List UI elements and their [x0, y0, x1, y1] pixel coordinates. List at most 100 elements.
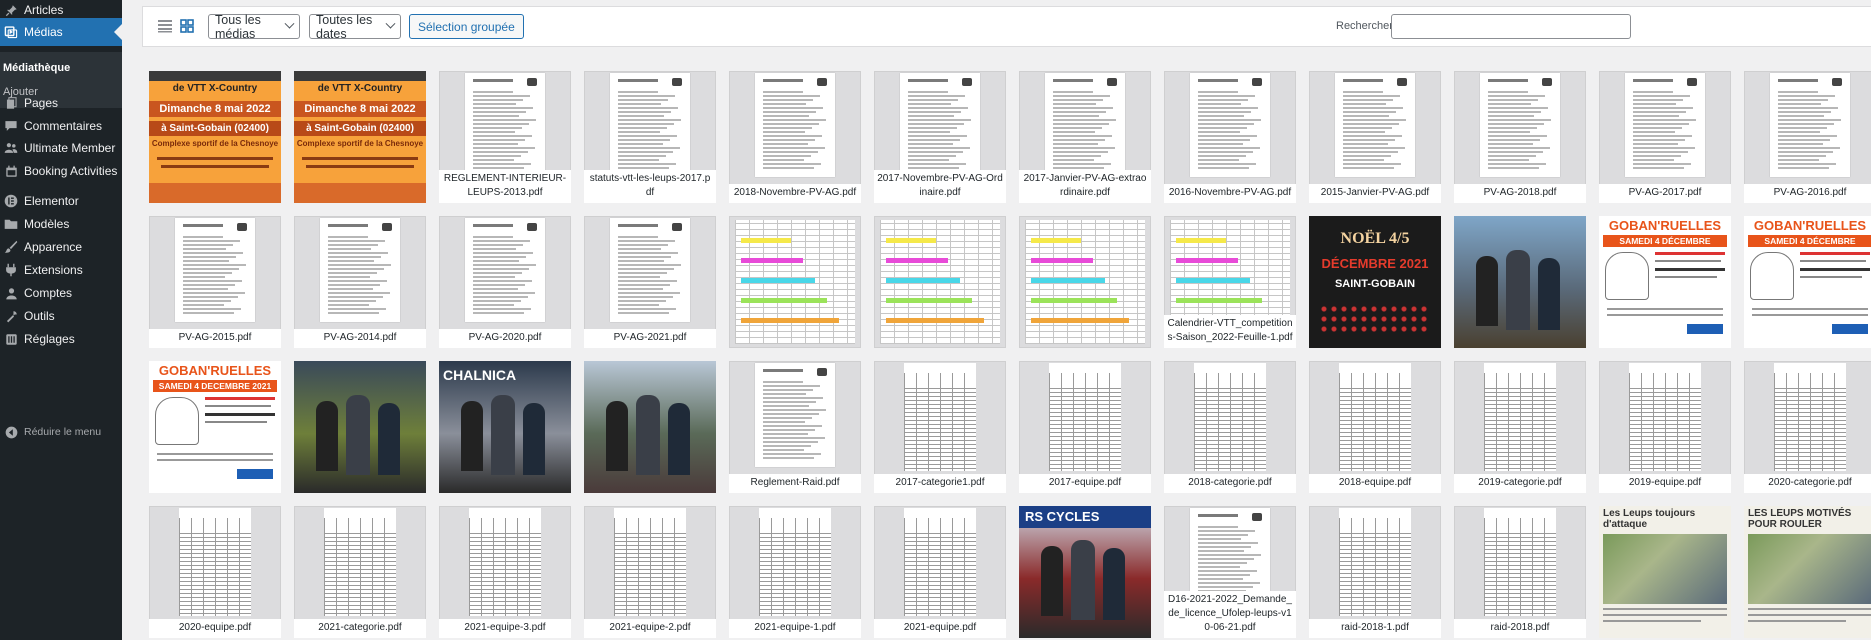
media-filename: REGLEMENT-INTERIEUR-LEUPS-2013.pdf [439, 170, 571, 203]
media-filename: 2021-equipe-1.pdf [729, 619, 861, 638]
media-item-pdf[interactable]: 2019-categorie.pdf [1454, 361, 1586, 493]
poster-date: Dimanche 8 mai 2022 [149, 101, 281, 117]
media-filename: 2016-Novembre-PV-AG.pdf [1164, 184, 1296, 203]
media-filename: 2021-equipe-2.pdf [584, 619, 716, 638]
media-item-pdf[interactable]: 2021-equipe-1.pdf [729, 506, 861, 638]
grid-view-button[interactable] [177, 17, 197, 37]
media-item-pdf[interactable]: 2020-categorie.pdf [1744, 361, 1871, 493]
media-item-pdf[interactable]: 2017-Novembre-PV-AG-Ordinaire.pdf [874, 71, 1006, 203]
media-thumbnail [1019, 216, 1151, 348]
date-filter[interactable]: Toutes les dates [309, 13, 401, 41]
sidebar-item-label: Réglages [24, 332, 75, 346]
media-item-pdf[interactable]: raid-2018-1.pdf [1309, 506, 1441, 638]
media-item-pdf[interactable]: PV-AG-2018.pdf [1454, 71, 1586, 203]
media-item-pdf[interactable]: 2018-Novembre-PV-AG.pdf [729, 71, 861, 203]
media-item-pdf[interactable]: PV-AG-2015.pdf [149, 216, 281, 348]
media-filename: Calendrier-VTT_competitions-Saison_2022-… [1164, 315, 1296, 348]
media-type-filter[interactable]: Tous les médias [208, 13, 300, 41]
media-item-pdf[interactable]: REGLEMENT-INTERIEUR-LEUPS-2013.pdf [439, 71, 571, 203]
sidebar-item-label: Booking Activities [24, 164, 118, 178]
sidebar-item-reglages[interactable]: Réglages [0, 325, 122, 353]
bulk-select-button[interactable]: Sélection groupée [409, 14, 524, 39]
media-item-image[interactable] [584, 361, 716, 493]
media-item-image[interactable]: LES LEUPS MOTIVÉS POUR ROULER [1744, 506, 1871, 638]
media-item-image[interactable]: CHALNICA [439, 361, 571, 493]
media-filename: 2019-categorie.pdf [1454, 474, 1586, 493]
media-filename: 2021-categorie.pdf [294, 619, 426, 638]
pages-icon [0, 96, 22, 110]
media-item-image[interactable]: de VTT X-Country Dimanche 8 mai 2022 à Sai… [149, 71, 281, 203]
poster-title: GOBAN'RUELLES [1753, 218, 1867, 233]
sidebar-item-booking-activities[interactable]: Booking Activities [0, 157, 122, 185]
media-item-pdf[interactable]: Reglement-Raid.pdf [729, 361, 861, 493]
media-item-image[interactable]: GOBAN'RUELLES SAMEDI 4 DÉCEMBRE [1744, 216, 1871, 348]
media-item-pdf[interactable]: 2021-equipe-3.pdf [439, 506, 571, 638]
media-item-image[interactable]: RS CYCLES [1019, 506, 1151, 638]
media-thumbnail: LES LEUPS MOTIVÉS POUR ROULER [1744, 506, 1871, 638]
media-filename: 2017-Novembre-PV-AG-Ordinaire.pdf [874, 170, 1006, 203]
media-item-pdf[interactable]: PV-AG-2017.pdf [1599, 71, 1731, 203]
media-item-image[interactable]: de VTT X-Country Dimanche 8 mai 2022 à Sai… [294, 71, 426, 203]
media-item-image[interactable] [1019, 216, 1151, 348]
poster-subtitle: Complexe sportif de la Chesnoye [151, 139, 279, 148]
media-item-image[interactable] [874, 216, 1006, 348]
media-item-pdf[interactable]: 2015-Janvier-PV-AG.pdf [1309, 71, 1441, 203]
media-item-pdf[interactable]: 2017-Janvier-PV-AG-extraordinaire.pdf [1019, 71, 1151, 203]
poster-title: GOBAN'RUELLES [1608, 218, 1722, 233]
media-thumbnail: de VTT X-Country Dimanche 8 mai 2022 à Sai… [149, 71, 281, 203]
media-filename: PV-AG-2018.pdf [1454, 184, 1586, 203]
media-thumbnail [874, 216, 1006, 348]
media-item-pdf[interactable]: 2018-categorie.pdf [1164, 361, 1296, 493]
media-filename: 2020-categorie.pdf [1744, 474, 1871, 493]
poster-date: Dimanche 8 mai 2022 [294, 101, 426, 117]
media-item-pdf[interactable]: PV-AG-2021.pdf [584, 216, 716, 348]
media-thumbnail [294, 361, 426, 493]
search-input[interactable] [1391, 14, 1631, 39]
media-filename: PV-AG-2021.pdf [584, 329, 716, 348]
media-item-pdf[interactable]: D16-2021-2022_Demande_de_licence_Ufolep-… [1164, 506, 1296, 638]
media-item-image[interactable]: GOBAN'RUELLES SAMEDI 4 DECEMBRE 2021 [149, 361, 281, 493]
media-filename: PV-AG-2020.pdf [439, 329, 571, 348]
media-item-image[interactable] [294, 361, 426, 493]
media-item-pdf[interactable]: 2019-equipe.pdf [1599, 361, 1731, 493]
media-item-pdf[interactable]: 2021-equipe-2.pdf [584, 506, 716, 638]
media-item-pdf[interactable]: 2017-categorie1.pdf [874, 361, 1006, 493]
media-item-image[interactable]: NOËL 4/5 DÉCEMBRE 2021 SAINT-GOBAIN [1309, 216, 1441, 348]
media-item-pdf[interactable]: 2017-equipe.pdf [1019, 361, 1151, 493]
media-item-image[interactable]: Les Leups toujours d'attaque [1599, 506, 1731, 638]
media-item-image[interactable]: GOBAN'RUELLES SAMEDI 4 DÉCEMBRE [1599, 216, 1731, 348]
media-item-pdf[interactable]: PV-AG-2016.pdf [1744, 71, 1871, 203]
media-item-pdf[interactable]: 2020-equipe.pdf [149, 506, 281, 638]
sidebar-item-label: Ultimate Member [24, 141, 116, 155]
search-label: Rechercher [1336, 20, 1393, 32]
list-view-icon [158, 19, 172, 36]
media-item-pdf[interactable]: 2018-equipe.pdf [1309, 361, 1441, 493]
list-view-button[interactable] [155, 17, 175, 37]
media-item-pdf[interactable]: 2016-Novembre-PV-AG.pdf [1164, 71, 1296, 203]
media-item-pdf[interactable]: PV-AG-2020.pdf [439, 216, 571, 348]
media-item-pdf[interactable]: statuts-vtt-les-leups-2017.pdf [584, 71, 716, 203]
poster-title: GOBAN'RUELLES [158, 363, 272, 378]
sidebar-item-medias[interactable]: Médias [0, 18, 122, 46]
poster-place: à Saint-Gobain (02400) [294, 121, 426, 136]
media-thumbnail: de VTT X-Country Dimanche 8 mai 2022 à Sai… [294, 71, 426, 203]
media-item-image[interactable] [1454, 216, 1586, 348]
media-item-pdf[interactable]: Calendrier-VTT_competitions-Saison_2022-… [1164, 216, 1296, 348]
user-icon [0, 287, 22, 300]
brush-icon [0, 240, 22, 254]
media-item-pdf[interactable]: raid-2018.pdf [1454, 506, 1586, 638]
poster-subtitle: Complexe sportif de la Chesnoye [296, 139, 424, 148]
folder-icon [0, 217, 22, 231]
collapse-menu-button[interactable]: Réduire le menu [0, 418, 122, 446]
media-item-pdf[interactable]: PV-AG-2014.pdf [294, 216, 426, 348]
media-item-pdf[interactable]: 2021-categorie.pdf [294, 506, 426, 638]
media-thumbnail: RS CYCLES [1019, 506, 1151, 638]
sidebar-item-label: Comptes [24, 286, 73, 300]
sidebar-item-label: Pages [24, 96, 59, 110]
media-item-image[interactable] [729, 216, 861, 348]
submenu-library[interactable]: Médiathèque [0, 56, 122, 80]
media-thumbnail: GOBAN'RUELLES SAMEDI 4 DÉCEMBRE [1744, 216, 1871, 348]
plugin-icon [0, 263, 22, 277]
media-item-pdf[interactable]: 2021-equipe.pdf [874, 506, 1006, 638]
banner-text: RS CYCLES [1019, 506, 1151, 528]
